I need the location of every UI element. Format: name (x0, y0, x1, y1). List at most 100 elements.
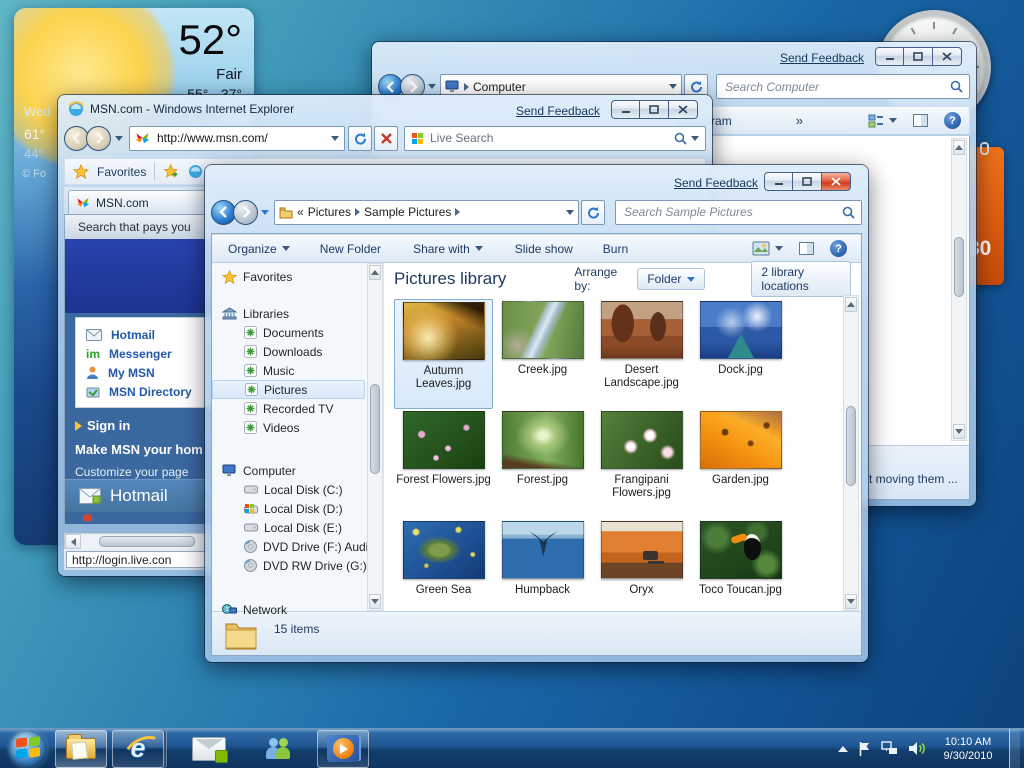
thumbnail-garden[interactable] (700, 411, 782, 469)
stop-button[interactable] (374, 126, 398, 151)
change-view-button[interactable] (860, 110, 905, 132)
suggested-sites-icon[interactable] (188, 164, 203, 179)
nav-disk-d[interactable]: Local Disk (D:) (212, 499, 383, 518)
search-library-input[interactable] (622, 204, 838, 220)
file-forest[interactable]: Forest.jpg (493, 409, 592, 519)
close-button[interactable] (822, 172, 851, 191)
taskbar-ie-button[interactable]: e (112, 730, 164, 768)
file-creek[interactable]: Creek.jpg (493, 299, 592, 409)
nav-scrollbar[interactable] (367, 263, 383, 611)
nav-music[interactable]: Music (212, 361, 383, 380)
breadcrumb-separator-icon[interactable] (355, 208, 360, 216)
send-feedback-link[interactable]: Send Feedback (780, 51, 864, 65)
search-options-dropdown-icon[interactable] (691, 136, 699, 141)
tab-msn[interactable]: MSN.com (68, 190, 218, 214)
favorites-button[interactable]: Favorites (97, 165, 146, 179)
scrollbar-thumb[interactable] (99, 536, 195, 547)
taskbar-clock[interactable]: 10:10 AM 9/30/2010 (937, 735, 999, 763)
nav-dvd-f[interactable]: DVD Drive (F:) Audio (212, 537, 383, 556)
minimize-button[interactable] (611, 100, 640, 119)
network-icon[interactable] (881, 741, 898, 756)
nav-videos[interactable]: Videos (212, 418, 383, 437)
thumbnail-dock[interactable] (700, 301, 782, 359)
send-feedback-link[interactable]: Send Feedback (516, 104, 600, 118)
thumbnail-green-sea[interactable] (403, 521, 485, 579)
thumbnail-toco-toucan[interactable] (700, 521, 782, 579)
thumbnail-autumn-leaves[interactable] (403, 302, 485, 360)
organize-button[interactable]: Organize (220, 238, 298, 260)
minimize-button[interactable] (764, 172, 793, 191)
nav-pictures[interactable]: Pictures (212, 380, 365, 399)
taskbar-explorer-button[interactable] (55, 730, 107, 768)
nav-downloads[interactable]: Downloads (212, 342, 383, 361)
maximize-button[interactable] (640, 100, 669, 119)
file-forest-flowers[interactable]: Forest Flowers.jpg (394, 409, 493, 519)
maximize-button[interactable] (793, 172, 822, 191)
send-feedback-link[interactable]: Send Feedback (674, 176, 758, 190)
preview-pane-button[interactable] (905, 110, 936, 131)
help-button[interactable]: ? (822, 236, 855, 261)
nav-dvd-g[interactable]: DVD RW Drive (G:) A (212, 556, 383, 575)
nav-computer[interactable]: Computer (212, 461, 383, 480)
thumbnail-forest[interactable] (502, 411, 584, 469)
action-center-icon[interactable] (858, 741, 871, 757)
breadcrumb-computer[interactable]: Computer (473, 80, 526, 94)
change-view-button[interactable] (744, 237, 791, 260)
scroll-down-arrow[interactable] (953, 424, 965, 439)
file-frangipani-flowers[interactable]: Frangipani Flowers.jpg (592, 409, 691, 519)
scrollbar-thumb[interactable] (370, 384, 380, 474)
library-locations-button[interactable]: 2 library locations (751, 261, 851, 297)
new-folder-button[interactable]: New Folder (312, 238, 389, 260)
live-search-input[interactable] (428, 130, 670, 146)
file-green-sea[interactable]: Green Sea (394, 519, 493, 611)
file-oryx[interactable]: Oryx (592, 519, 691, 611)
search-icon[interactable] (842, 206, 855, 219)
nav-favorites[interactable]: Favorites (212, 267, 383, 286)
search-icon[interactable] (950, 80, 963, 93)
vertical-scrollbar[interactable] (951, 138, 967, 441)
pictures-window[interactable]: Send Feedback « Pictures Sample Pictures (205, 165, 868, 662)
start-button[interactable] (9, 730, 47, 768)
thumbnail-frangipani-flowers[interactable] (601, 411, 683, 469)
thumbnail-forest-flowers[interactable] (403, 411, 485, 469)
recent-pages-dropdown-icon[interactable] (428, 84, 436, 89)
thumbnail-creek[interactable] (502, 301, 584, 359)
nav-documents[interactable]: Documents (212, 323, 383, 342)
file-garden[interactable]: Garden.jpg (691, 409, 790, 519)
file-dock[interactable]: Dock.jpg (691, 299, 790, 409)
scrollbar-thumb[interactable] (846, 406, 856, 486)
file-autumn-leaves[interactable]: Autumn Leaves.jpg (394, 299, 493, 409)
address-input[interactable] (155, 130, 326, 146)
show-desktop-button[interactable] (1009, 729, 1020, 768)
nav-recorded-tv[interactable]: Recorded TV (212, 399, 383, 418)
taskbar-messenger-button[interactable] (252, 730, 304, 768)
volume-icon[interactable] (908, 741, 927, 756)
breadcrumb-separator-icon[interactable] (455, 208, 460, 216)
content-scrollbar[interactable] (843, 295, 859, 611)
taskbar-mediaplayer-button[interactable] (317, 730, 369, 768)
show-hidden-icons-button[interactable] (838, 746, 848, 752)
address-dropdown-icon[interactable] (331, 136, 339, 141)
recent-pages-dropdown-icon[interactable] (261, 210, 269, 215)
help-button[interactable]: ? (936, 108, 969, 133)
close-button[interactable] (669, 100, 698, 119)
add-favorite-icon[interactable] (163, 164, 180, 179)
share-with-button[interactable]: Share with (405, 238, 491, 260)
scroll-up-arrow[interactable] (953, 140, 965, 155)
maximize-button[interactable] (904, 47, 933, 66)
toolbar-overflow-chevron[interactable]: » (796, 113, 803, 128)
thumbnail-oryx[interactable] (601, 521, 683, 579)
address-dropdown-icon[interactable] (566, 210, 574, 215)
preview-pane-button[interactable] (791, 238, 822, 259)
nav-disk-c[interactable]: Local Disk (C:) (212, 480, 383, 499)
refresh-button[interactable] (348, 126, 372, 151)
nav-network[interactable]: Network (212, 600, 383, 619)
address-dropdown-icon[interactable] (669, 84, 677, 89)
nav-disk-e[interactable]: Local Disk (E:) (212, 518, 383, 537)
breadcrumb-overflow[interactable]: « (297, 205, 304, 219)
forward-button[interactable] (233, 200, 258, 225)
search-computer-input[interactable] (723, 79, 946, 95)
live-search-box[interactable] (404, 126, 706, 151)
scroll-left-arrow[interactable] (65, 534, 81, 549)
refresh-button[interactable] (581, 200, 605, 225)
